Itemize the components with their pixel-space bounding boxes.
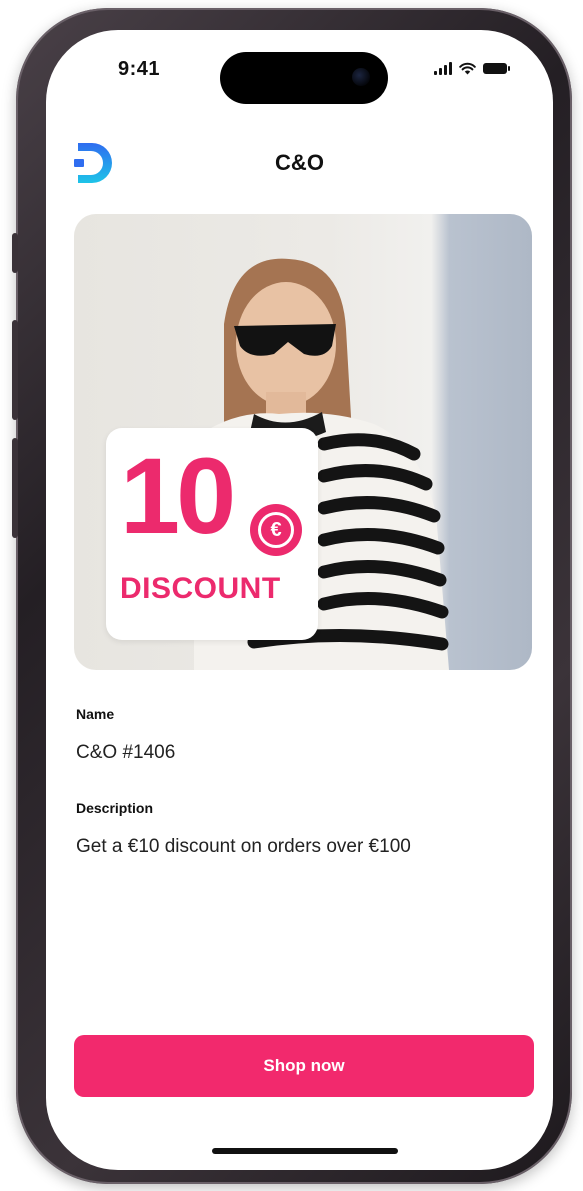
phone-frame: 9:41 C&O 10 € DISCOUNT Name C&O #1406 De…	[12, 8, 572, 1184]
volume-up-button	[12, 320, 18, 420]
description-value: Get a €10 discount on orders over €100	[76, 836, 411, 857]
hero-image: 10 € DISCOUNT	[74, 214, 532, 670]
dynamic-island	[220, 52, 388, 104]
status-bar: 9:41	[46, 30, 553, 120]
name-value: C&O #1406	[76, 742, 176, 763]
shop-now-button[interactable]: Shop now	[74, 1035, 534, 1097]
description-label: Description	[76, 800, 154, 816]
camera-icon	[352, 68, 370, 86]
name-label: Name	[76, 706, 115, 722]
wifi-icon	[459, 62, 476, 75]
discount-label: DISCOUNT	[120, 572, 281, 605]
battery-icon	[483, 63, 510, 74]
cellular-signal-icon	[434, 62, 452, 75]
page-title: C&O	[275, 150, 324, 175]
status-icons	[434, 62, 510, 75]
volume-down-button	[12, 438, 18, 538]
home-indicator[interactable]	[212, 1148, 398, 1154]
discount-amount: 10	[120, 435, 236, 556]
status-time: 9:41	[118, 58, 161, 80]
screen: 9:41 C&O 10 € DISCOUNT Name C&O #1406 De…	[46, 30, 553, 1170]
euro-icon: €	[250, 504, 302, 556]
discount-badge: 10 € DISCOUNT	[106, 428, 318, 640]
app-header: C&O	[46, 130, 553, 190]
action-button	[12, 233, 18, 273]
